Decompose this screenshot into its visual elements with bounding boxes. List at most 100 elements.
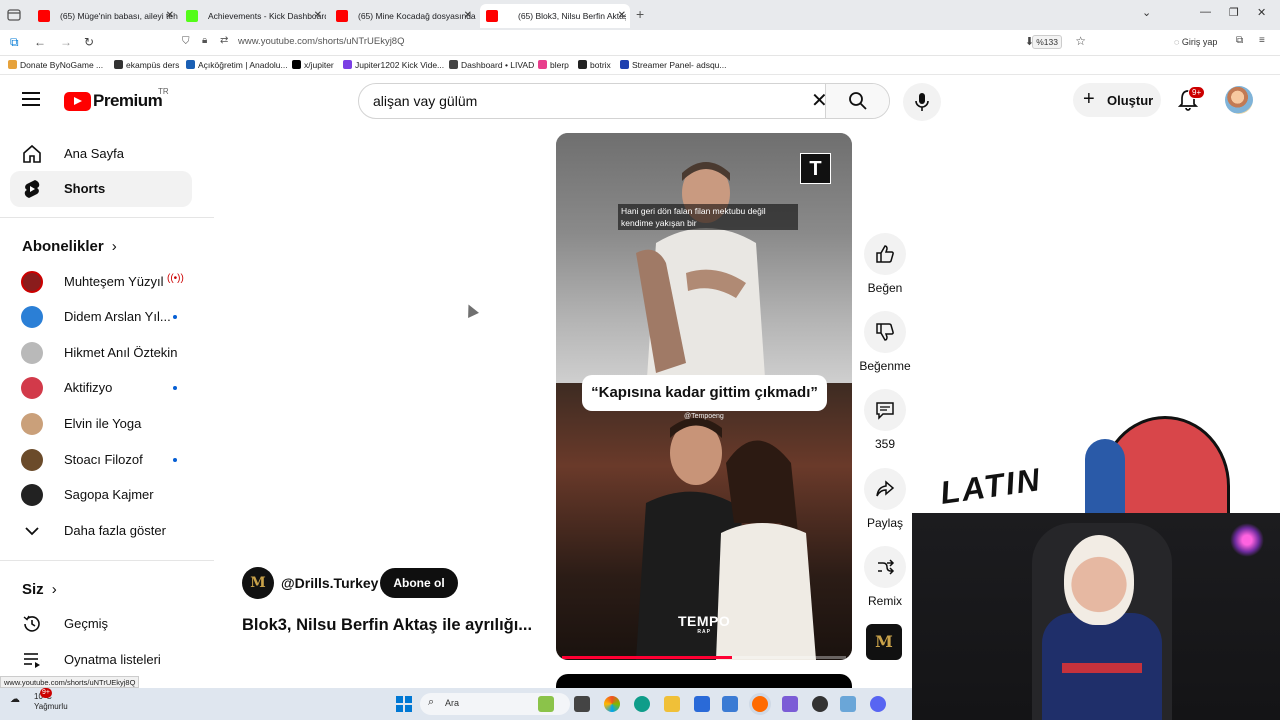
address-bar[interactable]: ⛉ 🔒︎ ⇄ www.youtube.com/shorts/uNTrUEkyj8… — [176, 33, 1096, 53]
x-favicon-icon — [292, 60, 301, 69]
subscribe-button[interactable]: Abone ol — [380, 568, 458, 598]
shorts-video-player[interactable]: T Hani geri dön falan filan mektubu deği… — [556, 133, 852, 660]
close-window-icon[interactable]: ✕ — [1257, 6, 1266, 19]
windows-start-icon[interactable] — [396, 696, 412, 712]
video-brand-logo: TEMPO RAP — [678, 613, 731, 635]
subscription-item[interactable]: Hikmet Anıl Öztekin — [10, 335, 192, 371]
notifications-button[interactable]: 9+ — [1177, 86, 1206, 113]
reload-icon[interactable]: ↻ — [84, 35, 94, 49]
tracking-shield-icon[interactable]: ⛉ — [182, 36, 190, 47]
sidebar-divider — [0, 217, 214, 218]
store-icon[interactable] — [694, 696, 710, 712]
subscription-item[interactable]: Sagopa Kajmer — [10, 477, 192, 513]
teams-icon[interactable] — [782, 696, 798, 712]
sidebar-item-shorts[interactable]: Shorts — [10, 171, 192, 207]
lock-icon[interactable]: 🔒︎ — [202, 35, 207, 46]
sidebar-item-history[interactable]: Geçmiş — [10, 606, 192, 642]
kick-favicon-icon — [186, 10, 198, 22]
new-tab-icon[interactable]: + — [636, 6, 644, 22]
tab-list-chevron-icon[interactable]: ⌄ — [1142, 6, 1151, 19]
remix-button[interactable]: Remix — [858, 546, 912, 608]
copilot-icon[interactable] — [604, 696, 620, 712]
subscription-item[interactable]: Muhteşem Yüzyıl ((•)) — [10, 264, 192, 300]
channel-avatar — [21, 306, 43, 328]
short-title[interactable]: Blok3, Nilsu Berfin Aktaş ile ayrılığı..… — [242, 616, 532, 635]
bookmark-item[interactable]: x/jupiter — [292, 60, 334, 70]
maximize-icon[interactable]: ❐ — [1229, 6, 1239, 19]
voice-search-button[interactable] — [903, 83, 941, 121]
browser-tab[interactable]: (65) Mine Kocadağ dosyasında ✕ — [330, 4, 476, 28]
webcam-disco-light — [1230, 523, 1264, 557]
bookmark-item[interactable]: Donate ByNoGame — [8, 60, 94, 70]
menu-icon[interactable]: ≡ — [1259, 35, 1265, 46]
sidebar-item-playlists[interactable]: Oynatma listeleri — [10, 642, 192, 678]
you-heading[interactable]: Siz › — [22, 581, 57, 598]
bookmark-item[interactable]: ekampüs ders — [114, 60, 179, 70]
show-more-button[interactable]: Daha fazla göster — [10, 513, 192, 549]
channel-handle-link[interactable]: @Drills.Turkey — [281, 575, 378, 591]
extensions-icon[interactable]: ⧉ — [1236, 35, 1243, 46]
channel-avatar[interactable]: M — [242, 567, 274, 599]
outlook-icon[interactable] — [722, 696, 738, 712]
task-view-icon[interactable] — [574, 696, 590, 712]
browser-tab-active[interactable]: (65) Blok3, Nilsu Berfin Aktaş ✕ — [480, 4, 630, 28]
like-button[interactable]: Beğen — [858, 233, 912, 295]
bookmark-favicon-icon — [114, 60, 123, 69]
back-icon[interactable]: ← — [34, 35, 46, 49]
search-button[interactable] — [825, 84, 889, 118]
close-tab-icon[interactable]: ✕ — [618, 4, 626, 28]
subscriptions-heading[interactable]: Abonelikler › — [22, 238, 117, 255]
bookmark-favicon-icon — [449, 60, 458, 69]
taskbar-app-icon[interactable] — [538, 696, 554, 712]
video-overlay-handle: @Tempoeng — [684, 413, 724, 420]
thumbs-down-icon — [876, 323, 894, 341]
close-tab-icon[interactable]: ✕ — [464, 4, 472, 28]
live-icon: ((•)) — [167, 273, 184, 284]
comments-button[interactable]: 359 — [858, 389, 912, 451]
forward-icon[interactable]: → — [60, 35, 72, 49]
bookmark-item[interactable]: botrix — [578, 60, 611, 70]
bookmark-item[interactable]: Açıköğretim | Anadolu... — [186, 60, 288, 70]
browser-signin-button[interactable]: ◌ Giriş yap — [1174, 37, 1217, 47]
minimize-icon[interactable]: — — [1200, 6, 1211, 18]
bookmark-item[interactable]: Dashboard • LIVAD — [449, 60, 534, 70]
search-icon: ⌕ — [428, 696, 435, 708]
bookmark-item[interactable]: Jupiter1202 Kick Vide... — [343, 60, 444, 70]
bookmark-item[interactable]: ... — [96, 60, 103, 70]
account-avatar[interactable] — [1225, 86, 1253, 114]
channel-thumbnail[interactable]: M — [866, 624, 902, 660]
channel-avatar — [21, 271, 43, 293]
subscription-item[interactable]: Stoacı Filozof — [10, 442, 192, 478]
guide-menu-icon[interactable] — [22, 92, 40, 106]
file-explorer-icon[interactable] — [664, 696, 680, 712]
tab-list-icon[interactable] — [6, 7, 22, 23]
search-input[interactable]: alişan vay gülüm — [373, 93, 477, 109]
browser-tab[interactable]: Achievements - Kick Dashboard ✕ — [180, 4, 326, 28]
create-button[interactable]: + Oluştur — [1073, 83, 1161, 117]
subscription-item[interactable]: Aktifizyo — [10, 370, 192, 406]
video-progress-fill — [562, 656, 733, 659]
weather-widget[interactable]: 9+ ☁ 10°C Yağmurlu — [10, 688, 68, 712]
dislike-button[interactable]: Beğenme — [858, 311, 912, 373]
bookmark-star-icon[interactable]: ☆ — [1075, 34, 1086, 48]
bookmark-item[interactable]: Streamer Panel- adsqu... — [620, 60, 727, 70]
bookmark-item[interactable]: blerp — [538, 60, 569, 70]
browser-tab[interactable]: (65) Müge'nin babası, aileyi tehdit ✕ — [32, 4, 178, 28]
obs-icon[interactable] — [812, 696, 828, 712]
sidebar-item-home[interactable]: Ana Sayfa — [10, 136, 192, 172]
share-button[interactable]: Paylaş — [858, 468, 912, 530]
subscription-item[interactable]: Elvin ile Yoga — [10, 406, 192, 442]
sidebar-toggle-icon[interactable]: ⧉ — [10, 35, 19, 50]
settings-gear-icon[interactable] — [840, 696, 856, 712]
discord-icon[interactable] — [870, 696, 886, 712]
search-box[interactable]: alişan vay gülüm ✕ — [358, 83, 890, 119]
video-progress-bar[interactable] — [562, 656, 846, 659]
close-tab-icon[interactable]: ✕ — [314, 4, 322, 28]
subscription-item[interactable]: Didem Arslan Yıl... — [10, 299, 192, 335]
permissions-icon[interactable]: ⇄ — [220, 35, 228, 46]
zoom-level[interactable]: %133 — [1032, 35, 1062, 49]
guide-sidebar: Ana Sayfa Shorts Abonelikler › Muhteşem Y… — [0, 125, 214, 685]
close-tab-icon[interactable]: ✕ — [166, 4, 174, 28]
firefox-icon[interactable] — [752, 696, 768, 712]
edge-icon[interactable] — [634, 696, 650, 712]
